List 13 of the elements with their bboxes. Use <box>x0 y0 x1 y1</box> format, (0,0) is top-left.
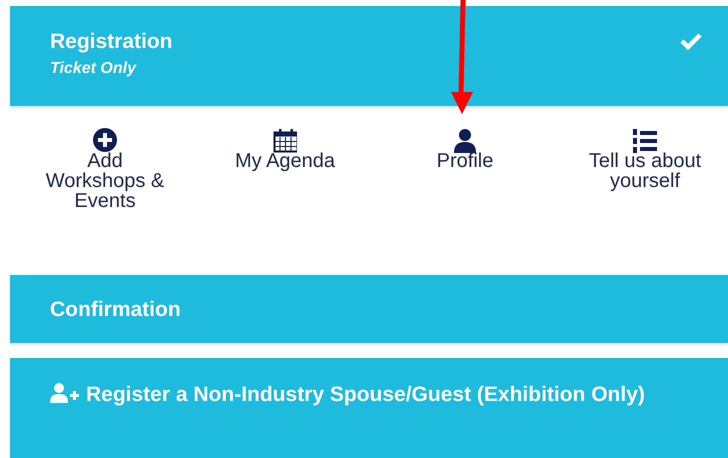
numbered-list-icon <box>633 128 657 154</box>
menu-item[interactable]: Tell us about yourself <box>555 128 728 253</box>
menu-item[interactable]: My Agenda <box>195 128 375 253</box>
plus-circle-icon <box>93 128 117 154</box>
panel-title: Registration <box>50 29 173 55</box>
calendar-icon <box>273 128 297 154</box>
section-title: Confirmation <box>50 296 181 322</box>
menu-item[interactable]: Profile <box>375 128 555 253</box>
add-person-icon <box>50 383 80 403</box>
menu-item[interactable]: Add Workshops & Events <box>15 128 195 253</box>
panel-subtitle: Ticket Only <box>50 59 138 79</box>
person-icon <box>453 128 477 154</box>
section-title: Register a Non-Industry Spouse/Guest (Exhibition Only) <box>50 380 688 409</box>
